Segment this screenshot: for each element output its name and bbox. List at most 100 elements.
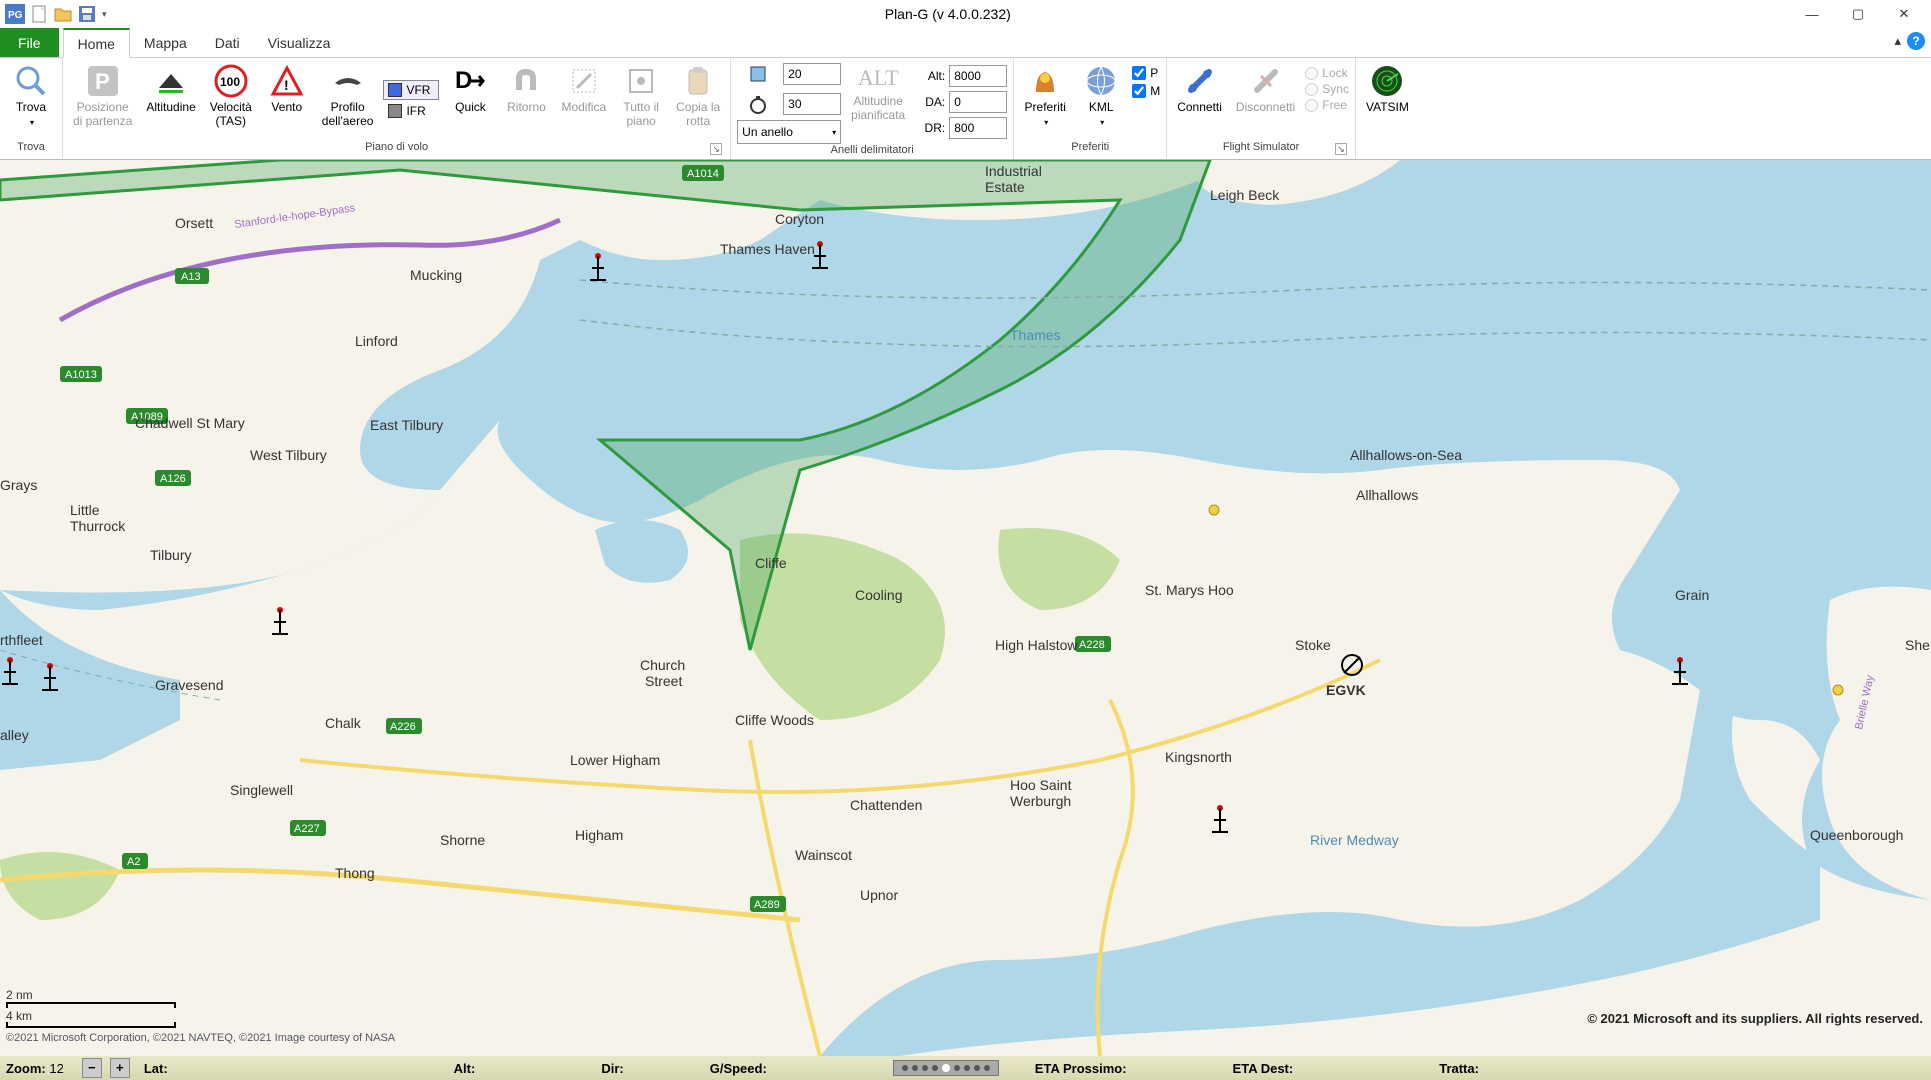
checkbox-m[interactable]: M bbox=[1132, 84, 1160, 98]
svg-text:A126: A126 bbox=[160, 473, 186, 485]
lbl-high-halstow: High Halstow bbox=[995, 637, 1078, 653]
minimize-button[interactable]: — bbox=[1789, 0, 1835, 28]
maximize-button[interactable]: ▢ bbox=[1835, 0, 1881, 28]
eta-dest-label: ETA Dest: bbox=[1233, 1061, 1294, 1076]
disconnetti-button[interactable]: Disconnetti bbox=[1232, 60, 1299, 116]
ribbon-tabs: File Home Mappa Dati Visualizza ▴ ? bbox=[0, 28, 1931, 58]
modifica-button[interactable]: Modifica bbox=[557, 60, 610, 116]
vento-button[interactable]: ! Vento bbox=[262, 60, 312, 116]
svg-text:A13: A13 bbox=[181, 271, 201, 283]
collapse-ribbon-icon[interactable]: ▴ bbox=[1894, 33, 1901, 49]
map-svg: Stanford-le-hope-Bypass A13 A1014 A1013 … bbox=[0, 160, 1931, 1056]
map-view[interactable]: Stanford-le-hope-Bypass A13 A1014 A1013 … bbox=[0, 160, 1931, 1056]
ifr-toggle[interactable]: IFR bbox=[383, 101, 439, 121]
vento-label: Vento bbox=[271, 100, 302, 114]
favorites-icon bbox=[1028, 64, 1062, 98]
tab-mappa[interactable]: Mappa bbox=[130, 28, 201, 57]
lbl-orsett: Orsett bbox=[175, 215, 213, 231]
vatsim-button[interactable]: VATSIM bbox=[1362, 60, 1413, 116]
preferiti-button[interactable]: Preferiti▾ bbox=[1020, 60, 1070, 132]
radio-sync[interactable]: Sync bbox=[1305, 82, 1349, 96]
svg-text:A1014: A1014 bbox=[687, 168, 719, 180]
alt-field[interactable] bbox=[949, 65, 1007, 87]
open-folder-icon[interactable] bbox=[52, 3, 74, 25]
ring-distance-2-field[interactable] bbox=[783, 93, 841, 115]
altitudine-pianificata-button[interactable]: ALT Altitudine pianificata bbox=[847, 60, 909, 124]
tratta-label: Tratta: bbox=[1439, 1061, 1479, 1076]
fsim-dialog-launcher[interactable]: ↘ bbox=[1335, 143, 1347, 155]
posizione-partenza-button[interactable]: P Posizione di partenza bbox=[69, 60, 136, 130]
group-label-fsim: Flight Simulator↘ bbox=[1173, 141, 1349, 159]
grid-square-icon bbox=[747, 63, 769, 85]
kml-button[interactable]: KML▾ bbox=[1076, 60, 1126, 132]
quick-label: Quick bbox=[455, 100, 486, 114]
new-document-icon[interactable] bbox=[28, 3, 50, 25]
eta-prossimo-label: ETA Prossimo: bbox=[1035, 1061, 1127, 1076]
trova-button[interactable]: Trova▾ bbox=[6, 60, 56, 132]
lbl-thames-haven: Thames Haven bbox=[720, 241, 815, 257]
lbl-tilbury: Tilbury bbox=[150, 547, 192, 563]
help-icon[interactable]: ? bbox=[1907, 32, 1925, 50]
disconnect-icon bbox=[1249, 64, 1283, 98]
lbl-sheer: She bbox=[1905, 637, 1930, 653]
da-field[interactable] bbox=[949, 91, 1007, 113]
lbl-thong: Thong bbox=[335, 865, 375, 881]
lbl-stoke: Stoke bbox=[1295, 637, 1331, 653]
lbl-shorne: Shorne bbox=[440, 832, 485, 848]
tab-visualizza[interactable]: Visualizza bbox=[254, 28, 345, 57]
radio-lock[interactable]: Lock bbox=[1305, 66, 1349, 80]
lbl-allhallows: Allhallows bbox=[1356, 487, 1418, 503]
tab-dati[interactable]: Dati bbox=[201, 28, 254, 57]
svg-text:A227: A227 bbox=[294, 823, 320, 835]
ring-type-select[interactable]: Un anello▾ bbox=[737, 120, 841, 144]
close-button[interactable]: ✕ bbox=[1881, 0, 1927, 28]
ribbon-group-anelli: Un anello▾ ALT Altitudine pianificata Al… bbox=[731, 58, 1014, 159]
tab-file[interactable]: File bbox=[0, 28, 59, 57]
connetti-label: Connetti bbox=[1177, 100, 1222, 114]
trova-label: Trova bbox=[16, 100, 46, 114]
lbl-west-tilbury: West Tilbury bbox=[250, 447, 327, 463]
connect-icon bbox=[1183, 64, 1217, 98]
profilo-aereo-button[interactable]: Profilo dell'aereo bbox=[318, 60, 378, 130]
svg-text:A289: A289 bbox=[754, 899, 780, 911]
svg-text:A2: A2 bbox=[127, 856, 140, 868]
road-shield-a126: A126 bbox=[155, 470, 191, 486]
ribbon-group-trova: Trova▾ Trova bbox=[0, 58, 63, 159]
vfr-swatch-icon bbox=[388, 83, 402, 97]
status-bar: Zoom: 12 − + Lat: Alt: Dir: G/Speed: ETA… bbox=[0, 1056, 1931, 1080]
zoom-in-button[interactable]: + bbox=[110, 1058, 130, 1078]
lbl-mucking: Mucking bbox=[410, 267, 462, 283]
map-credits-right: © 2021 Microsoft and its suppliers. All … bbox=[1587, 1011, 1923, 1026]
dr-field[interactable] bbox=[949, 117, 1007, 139]
vfr-toggle[interactable]: VFR bbox=[383, 80, 439, 100]
lbl-upnor: Upnor bbox=[860, 887, 898, 903]
ring-distance-1-field[interactable] bbox=[783, 63, 841, 85]
save-icon[interactable] bbox=[76, 3, 98, 25]
direct-to-icon: D bbox=[453, 64, 487, 98]
svg-text:A1013: A1013 bbox=[65, 369, 97, 381]
zoom-out-button[interactable]: − bbox=[82, 1058, 102, 1078]
lbl-singlewell: Singlewell bbox=[230, 782, 293, 798]
tutto-piano-button[interactable]: Tutto il piano bbox=[616, 60, 666, 130]
map-credits-left: ©2021 Microsoft Corporation, ©2021 NAVTE… bbox=[6, 1032, 395, 1044]
svg-text:PG: PG bbox=[8, 10, 23, 21]
connetti-button[interactable]: Connetti bbox=[1173, 60, 1226, 116]
ritorno-button[interactable]: Ritorno bbox=[501, 60, 551, 116]
lbl-leigh-beck: Leigh Beck bbox=[1210, 187, 1280, 203]
waypoint-marker bbox=[1209, 505, 1219, 515]
velocita-button[interactable]: 100 Velocità (TAS) bbox=[206, 60, 256, 130]
altitudine-button[interactable]: Altitudine bbox=[142, 60, 199, 116]
checkbox-p[interactable]: P bbox=[1132, 66, 1160, 80]
copia-label: Copia la rotta bbox=[676, 100, 720, 128]
copia-rotta-button[interactable]: Copia la rotta bbox=[672, 60, 724, 130]
road-shield-a1013: A1013 bbox=[60, 366, 102, 382]
tutto-label: Tutto il piano bbox=[623, 100, 659, 128]
tab-home[interactable]: Home bbox=[63, 28, 130, 58]
piano-dialog-launcher[interactable]: ↘ bbox=[710, 143, 722, 155]
quick-button[interactable]: D Quick bbox=[445, 60, 495, 116]
magnifier-icon bbox=[14, 64, 48, 98]
radio-free[interactable]: Free bbox=[1305, 98, 1349, 112]
lbl-east-tilbury: East Tilbury bbox=[370, 417, 443, 433]
da-field-label: DA: bbox=[915, 95, 945, 109]
lbl-cliffe-woods: Cliffe Woods bbox=[735, 712, 814, 728]
